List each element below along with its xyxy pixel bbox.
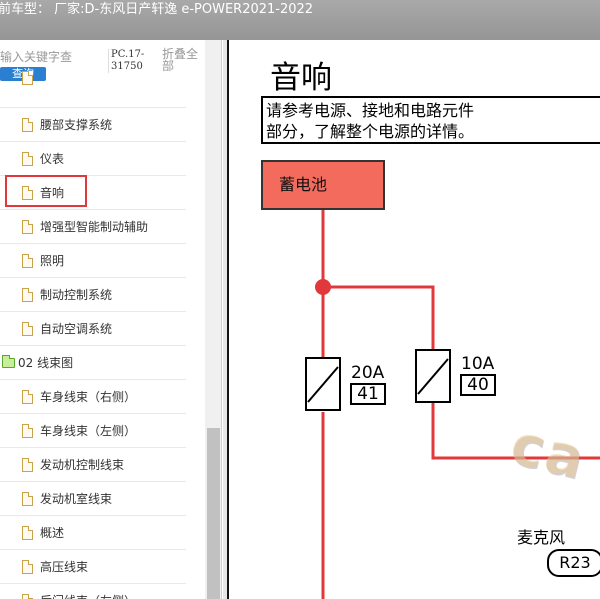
tree-item-label: 腰部支撑系统: [40, 118, 113, 132]
fuse-40-rating: 10A: [461, 354, 495, 374]
document-icon: [22, 152, 33, 166]
document-icon: [22, 424, 33, 438]
document-icon: [22, 254, 33, 268]
tree-item[interactable]: 发动机控制线束: [0, 448, 186, 482]
splice-point: [315, 279, 331, 295]
search-input[interactable]: [0, 49, 80, 65]
title-bar: 前车型： 厂家:D-东风日产轩逸 e-POWER2021-2022: [0, 0, 600, 40]
tree-item-label: 增强型智能制动辅助: [40, 220, 149, 234]
tree-item-label: 车身线束（右侧）: [40, 390, 137, 404]
tree-item[interactable]: 腰部支撑系统: [0, 108, 186, 142]
document-icon: [22, 526, 33, 540]
collapse-all-button[interactable]: 折叠全部: [162, 48, 202, 72]
tree-item[interactable]: 发动机室线束: [0, 482, 186, 516]
tree-item[interactable]: 自动空调系统: [0, 312, 186, 346]
tree-item[interactable]: 概述: [0, 516, 186, 550]
tree-item[interactable]: 高压线束: [0, 550, 186, 584]
tree-item-label: 高压线束: [40, 560, 89, 574]
tree-item[interactable]: 增强型智能制动辅助: [0, 210, 186, 244]
document-icon: [22, 288, 33, 302]
tree-item-label: 车身线束（左侧）: [40, 424, 137, 438]
tree-item-label: 自动空调系统: [40, 322, 113, 336]
selection-highlight: [5, 175, 87, 207]
tree-folder-label: 02 线束图: [18, 356, 74, 370]
tree-item[interactable]: 后门线束（左侧）: [0, 584, 186, 599]
tree-item-label: 发动机控制线束: [40, 458, 125, 472]
document-icon: [22, 220, 33, 234]
fuse-40-number: 40: [460, 374, 496, 396]
tree-item[interactable]: 车身线束（左侧）: [0, 414, 186, 448]
navigation-panel: 查询 PC.17-31750 折叠全部 腰部支撑系统 仪表 音响 增强型智能制动…: [0, 40, 222, 599]
tree-item-label: 仪表: [40, 152, 65, 166]
battery-box: 蓄电池: [261, 160, 385, 210]
circuit-diagram: [305, 210, 600, 599]
tree-folder[interactable]: 02 线束图: [0, 346, 186, 380]
document-icon: [22, 492, 33, 506]
tree-scrollbar[interactable]: [205, 40, 221, 599]
connector-badge: R23: [547, 549, 600, 577]
tree-item-label: 制动控制系统: [40, 288, 113, 302]
document-icon: [22, 390, 33, 404]
vehicle-title: 前车型： 厂家:D-东风日产轩逸 e-POWER2021-2022: [0, 2, 314, 17]
fuse-41-number: 41: [350, 383, 386, 405]
fuse-41-rating: 20A: [351, 363, 385, 383]
tree-item-partial[interactable]: [0, 71, 186, 108]
wire-branch: [323, 285, 435, 350]
tree-item[interactable]: 车身线束（右侧）: [0, 380, 186, 414]
tree-item-label: 发动机室线束: [40, 492, 113, 506]
document-icon: [22, 118, 33, 132]
tree-item-label: 概述: [40, 526, 65, 540]
tree-item[interactable]: 照明: [0, 244, 186, 278]
document-icon: [22, 560, 33, 574]
document-viewer: 音响 请参考电源、接地和电路元件 部分，了解整个电源的详情。 蓄电池 20A 4…: [223, 40, 600, 599]
tree-item[interactable]: 制动控制系统: [0, 278, 186, 312]
microphone-label: 麦克风: [517, 528, 566, 547]
document-icon: [22, 322, 33, 336]
wiring-diagram-page: 音响 请参考电源、接地和电路元件 部分，了解整个电源的详情。 蓄电池 20A 4…: [227, 40, 600, 599]
scroll-thumb[interactable]: [207, 428, 220, 599]
document-code: PC.17-31750: [108, 49, 156, 73]
tree-item-label: 后门线束（左侧）: [40, 584, 136, 599]
tree-item[interactable]: 仪表: [0, 142, 186, 176]
folder-open-icon: [2, 355, 15, 368]
document-icon: [22, 71, 33, 85]
tree-item-label: 照明: [40, 254, 65, 268]
document-icon: [22, 594, 33, 599]
document-icon: [22, 458, 33, 472]
